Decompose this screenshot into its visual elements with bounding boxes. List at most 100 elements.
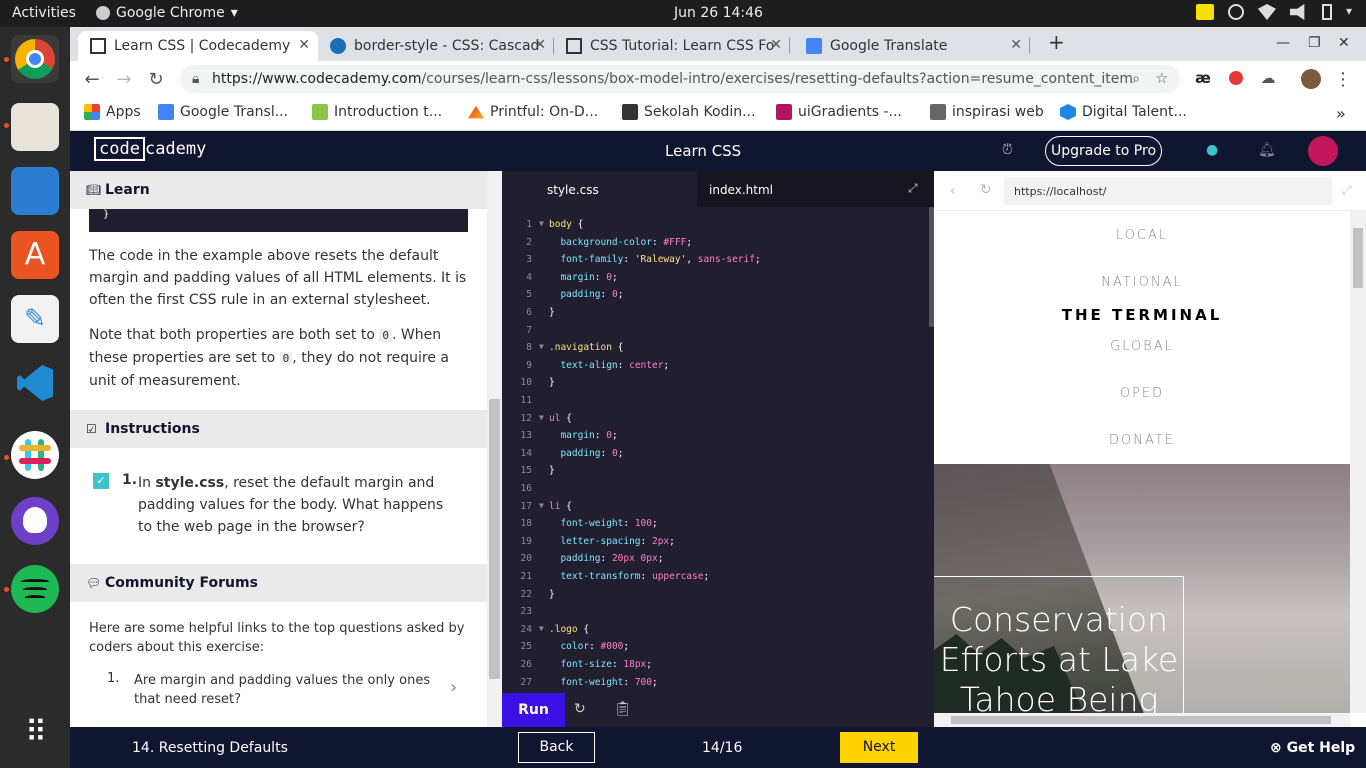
extension-cloud-icon[interactable]: ☁: [1257, 69, 1279, 87]
address-bar[interactable]: 🔒︎ https://www.codecademy.com/courses/le…: [180, 65, 1180, 93]
more-bookmarks-icon[interactable]: »: [1336, 104, 1346, 123]
show-apps-icon[interactable]: ⠿: [11, 711, 59, 759]
bookmark-digital-talent[interactable]: Digital Talent...: [1060, 104, 1187, 120]
preview-back-icon[interactable]: ‹: [950, 183, 956, 199]
bookmark-apps[interactable]: Apps: [84, 104, 141, 120]
extension-record-icon[interactable]: [1225, 69, 1247, 90]
libreoffice-impress-icon[interactable]: [11, 167, 59, 215]
preview-url[interactable]: https://localhost/: [1004, 177, 1332, 205]
notification-bell-icon[interactable]: 🔔︎: [1258, 142, 1276, 158]
fold-arrow-icon[interactable]: ▼: [539, 413, 544, 422]
github-desktop-icon[interactable]: [11, 497, 59, 545]
activities-button[interactable]: Activities: [12, 5, 76, 21]
back-arrow-icon[interactable]: ←: [81, 69, 103, 90]
notes-icon[interactable]: [1195, 4, 1214, 20]
slack-icon[interactable]: [11, 431, 59, 479]
apps-grid-icon: [84, 104, 100, 120]
scrollbar-thumb[interactable]: [951, 716, 1331, 724]
hero-banner: Conservation Efforts at Lake Tahoe Being: [934, 464, 1350, 714]
community-forums-section-header[interactable]: 💬︎ Community Forums: [70, 564, 487, 602]
close-window-button[interactable]: ✕: [1338, 35, 1350, 51]
codecademy-logo[interactable]: code cademy: [94, 137, 206, 161]
extension-ae-icon[interactable]: æ: [1192, 69, 1214, 87]
vscode-icon[interactable]: [11, 359, 59, 407]
chrome-icon[interactable]: [11, 35, 59, 83]
bookmarks-bar: Apps Google Transl... Introduction t... …: [70, 97, 1366, 131]
close-tab-icon[interactable]: ✕: [298, 37, 310, 53]
close-tab-icon[interactable]: ✕: [534, 37, 546, 53]
alarm-clock-icon[interactable]: ⏰︎: [1002, 142, 1013, 158]
tab-codecademy[interactable]: Learn CSS | Codecademy ✕: [78, 31, 318, 61]
running-indicator: [4, 123, 9, 128]
system-tray[interactable]: ▾: [1195, 4, 1352, 20]
back-button[interactable]: Back: [518, 732, 595, 763]
app-menu[interactable]: Google Chrome ▾: [96, 5, 238, 21]
forward-arrow-icon[interactable]: →: [113, 69, 135, 90]
clock[interactable]: Jun 26 14:46: [674, 5, 763, 21]
tab-index-html[interactable]: index.html: [664, 171, 773, 207]
copy-clipboard-icon[interactable]: 📋︎: [614, 701, 632, 717]
chrome-menu-icon[interactable]: ⋮: [1332, 69, 1354, 90]
nav-item-local[interactable]: LOCAL: [934, 228, 1350, 243]
wifi-icon[interactable]: [1257, 4, 1276, 20]
code-text: margin: 0;: [560, 430, 618, 442]
minimize-button[interactable]: —: [1276, 35, 1290, 51]
get-help-button[interactable]: ⊗ Get Help: [1270, 740, 1355, 756]
learn-scrollbar[interactable]: [487, 171, 502, 727]
tab-google-translate[interactable]: Google Translate ✕: [794, 31, 1030, 61]
bookmark-uigradients[interactable]: uiGradients -...: [776, 104, 902, 120]
nav-logo[interactable]: THE TERMINAL: [934, 306, 1350, 324]
close-tab-icon[interactable]: ✕: [1010, 37, 1022, 53]
close-tab-icon[interactable]: ✕: [770, 37, 782, 53]
bookmark-introduction[interactable]: Introduction t...: [312, 104, 442, 120]
bookmark-sekolah-koding[interactable]: Sekolah Kodin...: [622, 104, 756, 120]
lesson-menu[interactable]: 14. Resetting Defaults: [132, 740, 288, 756]
software-center-icon[interactable]: A: [11, 231, 59, 279]
tab-css-tutorial[interactable]: CSS Tutorial: Learn CSS Fo ✕: [554, 31, 790, 61]
scrollbar-thumb[interactable]: [1353, 228, 1363, 288]
settings-daemon-icon[interactable]: [1227, 4, 1244, 20]
new-tab-button[interactable]: +: [1048, 30, 1065, 54]
nav-item-donate[interactable]: DONATE: [934, 433, 1350, 448]
upgrade-to-pro-button[interactable]: Upgrade to Pro: [1045, 136, 1162, 166]
user-avatar[interactable]: [1308, 136, 1338, 166]
task-complete-checkbox[interactable]: ✓: [93, 473, 109, 489]
profile-avatar[interactable]: [1300, 69, 1322, 94]
fold-arrow-icon[interactable]: ▼: [539, 501, 544, 510]
power-menu-icon[interactable]: ▾: [1346, 4, 1352, 20]
next-button[interactable]: Next: [840, 732, 918, 763]
nav-item-national[interactable]: NATIONAL: [934, 275, 1350, 290]
learn-section-header[interactable]: 📖︎ Learn: [70, 171, 487, 209]
preview-vertical-scrollbar[interactable]: [1350, 211, 1366, 713]
preview-expand-icon[interactable]: ⤢: [1342, 183, 1352, 198]
battery-icon[interactable]: [1321, 4, 1332, 20]
forum-question-link[interactable]: 1. Are margin and padding values the onl…: [70, 671, 487, 711]
instructions-section-header[interactable]: ☑ Instructions: [70, 410, 487, 448]
volume-icon[interactable]: [1289, 4, 1305, 20]
nav-item-oped[interactable]: OPED: [934, 386, 1350, 401]
preview-refresh-icon[interactable]: ↻: [980, 182, 992, 198]
code-area[interactable]: 1 ▼ body {2 background-color: #FFF; 3 font-…: [502, 219, 932, 689]
bookmark-google-translate[interactable]: Google Transl...: [158, 104, 288, 120]
tab-mdn-border-style[interactable]: border-style - CSS: Cascad ✕: [318, 31, 554, 61]
running-indicator: [4, 57, 9, 62]
scrollbar-thumb[interactable]: [489, 399, 500, 679]
text-editor-icon[interactable]: ✎: [11, 295, 59, 343]
fold-arrow-icon[interactable]: ▼: [539, 624, 544, 633]
run-button[interactable]: Run: [502, 693, 565, 728]
expand-icon[interactable]: ⤢: [908, 181, 918, 196]
reset-icon[interactable]: ↻: [574, 701, 586, 717]
files-icon[interactable]: [11, 103, 59, 151]
line-number: 10: [520, 377, 532, 389]
preview-horizontal-scrollbar[interactable]: [934, 713, 1350, 727]
bookmark-printful[interactable]: Printful: On-D...: [468, 104, 598, 120]
fold-arrow-icon[interactable]: ▼: [539, 342, 544, 351]
spotify-icon[interactable]: [11, 565, 59, 613]
reload-icon[interactable]: ↻: [145, 69, 167, 90]
maximize-button[interactable]: ❐: [1308, 35, 1321, 51]
nav-item-global[interactable]: GLOBAL: [934, 339, 1350, 354]
zoom-icon[interactable]: ⌕: [1132, 65, 1140, 93]
fold-arrow-icon[interactable]: ▼: [539, 219, 544, 228]
bookmark-folder-inspirasi[interactable]: inspirasi web: [930, 104, 1044, 120]
bookmark-star-icon[interactable]: ☆: [1155, 65, 1168, 93]
